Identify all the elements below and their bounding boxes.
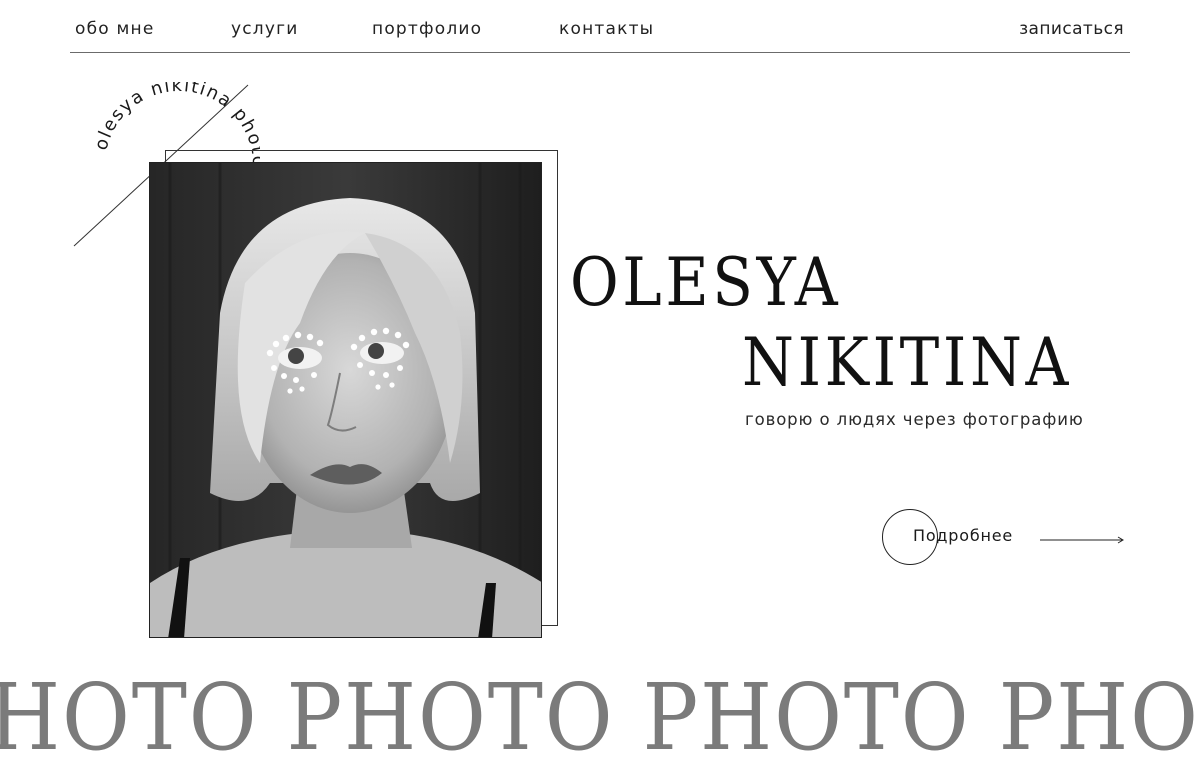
top-navigation: обо мне услуги портфолио контакты записа… xyxy=(70,0,1130,53)
nav-item-portfolio[interactable]: портфолио xyxy=(372,19,482,39)
more-button-label: Подробнее xyxy=(913,526,1014,545)
more-button[interactable]: Подробнее xyxy=(880,507,1130,567)
nav-item-about[interactable]: обо мне xyxy=(75,19,155,39)
hero-tagline: говорю о людях через фотографию xyxy=(745,410,1084,429)
nav-item-contacts[interactable]: контакты xyxy=(559,19,654,39)
page: обо мне услуги портфолио контакты записа… xyxy=(0,0,1200,775)
portrait-photo xyxy=(149,162,542,638)
headline-last-name: NIKITINA xyxy=(742,324,1073,401)
arrow-right-icon xyxy=(1040,536,1124,544)
headline-first-name: OLESYA xyxy=(570,244,842,321)
nav-item-services[interactable]: услуги xyxy=(231,19,299,39)
book-session-link[interactable]: записаться xyxy=(1019,19,1124,39)
photo-marquee-text: HOTO PHOTO PHOTO PHOT xyxy=(0,664,1200,771)
portrait-illustration xyxy=(150,163,541,637)
